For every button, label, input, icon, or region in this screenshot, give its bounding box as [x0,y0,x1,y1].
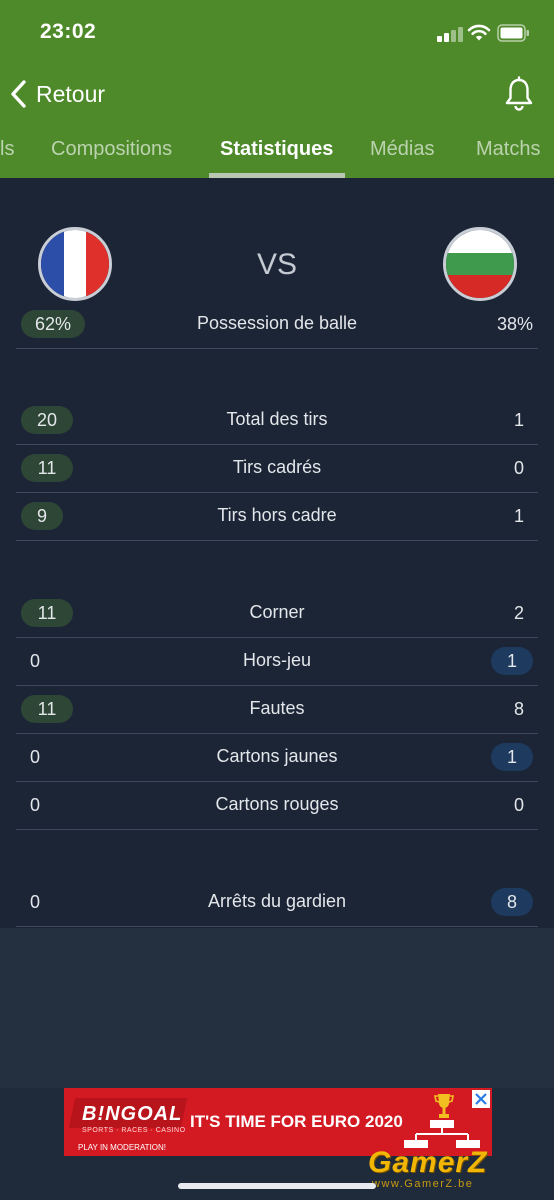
away-stat-value: 1 [491,743,533,771]
stat-row: 9 Tirs hors cadre 1 [16,493,538,541]
bulgaria-flag-icon [443,227,517,301]
tab-compositions[interactable]: Compositions [51,138,172,161]
france-flag-icon [38,227,112,301]
tab-statistiques[interactable]: Statistiques [220,138,333,161]
nav-bar: Retour [0,66,554,124]
ad-brand: B!NGOAL [82,1103,183,1125]
stat-row: 11 Fautes 8 [16,686,538,734]
ad-close-icon[interactable] [472,1090,490,1108]
stat-row: 20 Total des tirs 1 [16,397,538,445]
stat-label: Cartons jaunes [216,746,338,766]
stat-label: Total des tirs [226,409,328,429]
stat-label: Corner [249,602,305,622]
home-indicator[interactable] [178,1183,376,1189]
trophy-icon [434,1094,454,1118]
watermark-url: www.GamerZ.be [372,1178,474,1190]
ad-footer: PLAY IN MODERATION! [78,1143,167,1152]
bell-icon[interactable] [502,76,536,112]
status-bar: 23:02 [0,0,554,66]
away-stat-value: 0 [513,795,524,815]
back-label: Retour [36,80,106,107]
tab-details[interactable]: ls [0,138,14,161]
away-stat-value: 38% [496,314,533,334]
ad-headline: IT'S TIME FOR EURO 2020 [190,1112,403,1131]
away-stat-value: 8 [513,699,524,719]
stat-row: 0 Hors-jeu 1 [16,638,538,686]
empty-area [0,928,554,1088]
tab-medias[interactable]: Médias [370,138,434,161]
stat-label: Tirs hors cadre [217,505,337,525]
stat-label: Possession de balle [196,313,358,333]
away-stat-value: 8 [491,888,533,916]
stat-label: Arrêts du gardien [207,891,347,911]
stat-label: Hors-jeu [242,650,312,670]
away-stat-value: 1 [513,410,524,430]
away-stat-value: 0 [513,458,524,478]
stat-row: 0 Cartons rouges 0 [16,782,538,830]
away-stat-value: 2 [513,603,524,623]
stat-row: 62% Possession de balle 38% [16,301,538,349]
stat-row: 0 Cartons jaunes 1 [16,734,538,782]
stat-row: 11 Tirs cadrés 0 [16,445,538,493]
tab-bar: ls Compositions Statistiques Médias Matc… [0,124,554,178]
stat-row: 11 Corner 2 [16,590,538,638]
watermark-name: GamerZ [368,1146,488,1179]
app-header: 23:02 Retour ls Compositions Statistique… [0,0,554,178]
tab-matchs[interactable]: Matchs [476,138,540,161]
back-button[interactable]: Retour [8,74,105,114]
status-time: 23:02 [40,20,97,43]
ad-brand-sub: SPORTS · RACES · CASINO [82,1127,186,1134]
stat-label: Tirs cadrés [232,457,322,477]
vs-label: VS [256,248,298,281]
stat-row: 0 Arrêts du gardien 8 [16,879,538,927]
battery-icon [497,24,529,42]
gamerz-watermark: GamerZ www.GamerZ.be [368,1146,552,1196]
cellular-signal-icon [437,26,463,42]
wifi-icon [467,24,491,41]
away-stat-value: 1 [491,647,533,675]
chevron-left-icon [11,80,26,108]
away-stat-value: 1 [513,506,524,526]
stat-label: Cartons rouges [215,794,339,814]
stat-label: Fautes [249,698,305,718]
